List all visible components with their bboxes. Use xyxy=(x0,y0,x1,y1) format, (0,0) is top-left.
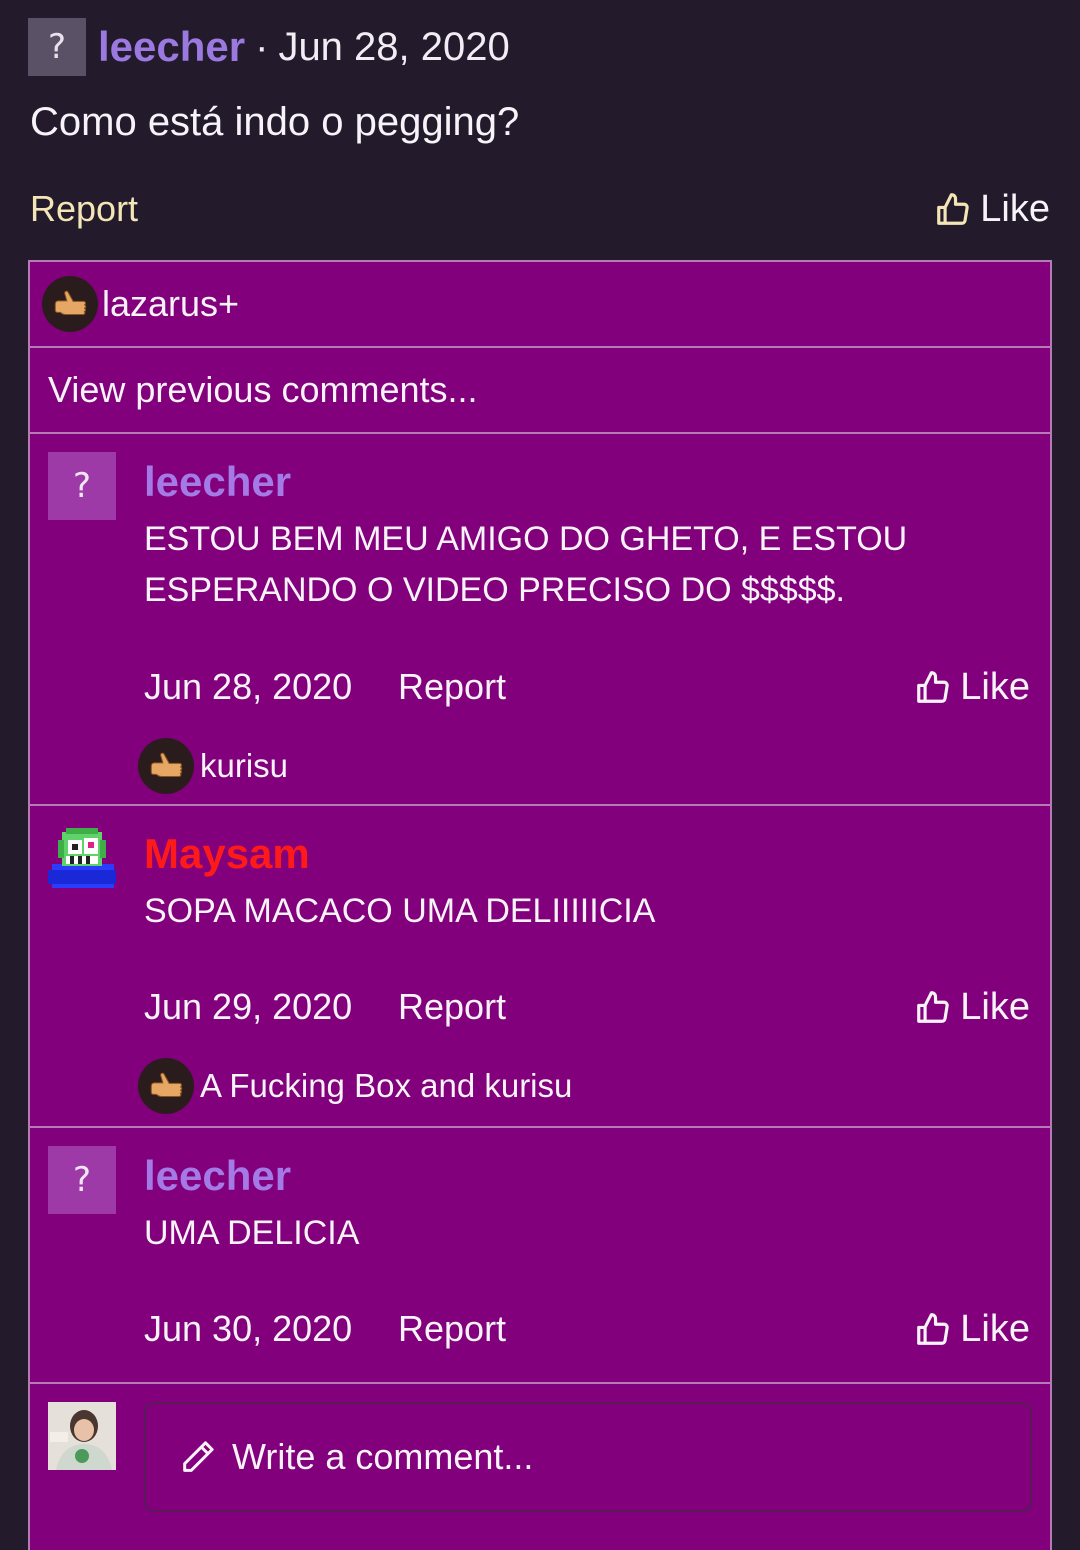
write-comment-row: Write a comment... xyxy=(30,1384,1050,1524)
comment-likers: A Fucking Box and kurisu xyxy=(138,1058,572,1114)
current-user-avatar xyxy=(48,1402,116,1470)
post-date: Jun 28, 2020 xyxy=(278,24,510,69)
comment-text: UMA DELICIA xyxy=(144,1214,360,1252)
comment-like-button[interactable]: Like xyxy=(914,1308,1030,1351)
post-like-button[interactable]: Like xyxy=(934,188,1050,231)
post-author-avatar[interactable]: ? xyxy=(28,18,86,76)
post-author-name[interactable]: leecher xyxy=(98,23,245,71)
thumbs-up-emoji-icon xyxy=(138,1058,194,1114)
comments-section: lazarus+ View previous comments... ? lee… xyxy=(28,260,1052,1550)
comment-author-avatar[interactable]: ? xyxy=(48,1146,116,1214)
comment-author-avatar[interactable]: ? xyxy=(48,452,116,520)
comment-report-link[interactable]: Report xyxy=(398,986,506,1028)
comment-author-name[interactable]: Maysam xyxy=(144,830,310,878)
thumbs-up-icon xyxy=(937,193,969,225)
view-previous-comments-link[interactable]: View previous comments... xyxy=(30,348,1050,434)
comment-report-link[interactable]: Report xyxy=(398,1308,506,1350)
comment-item: ? leecher ESTOU BEM MEU AMIGO DO GHETO, … xyxy=(30,434,1050,806)
comment-report-link[interactable]: Report xyxy=(398,666,506,708)
comment-likers: kurisu xyxy=(138,738,288,794)
comment-date: Jun 30, 2020 xyxy=(144,1308,353,1349)
pencil-icon xyxy=(183,1441,214,1472)
comment-likers-names[interactable]: kurisu xyxy=(200,747,288,785)
comment-date: Jun 29, 2020 xyxy=(144,986,353,1027)
comment-like-button[interactable]: Like xyxy=(914,986,1030,1029)
post-header: ? leecher · Jun 28, 2020 xyxy=(28,18,510,76)
comment-meta: Jun 30, 2020 Report Like xyxy=(144,1304,1030,1354)
post-like-label: Like xyxy=(980,187,1050,230)
comment-item: Maysam SOPA MACACO UMA DELIIIIICIA Jun 2… xyxy=(30,806,1050,1128)
thumbs-up-icon xyxy=(917,991,949,1023)
thumbs-up-emoji-icon xyxy=(42,276,98,332)
post-likers-names[interactable]: lazarus+ xyxy=(102,283,239,325)
post-report-link[interactable]: Report xyxy=(30,188,138,230)
comment-like-button[interactable]: Like xyxy=(914,666,1030,709)
comment-author-name[interactable]: leecher xyxy=(144,1152,291,1200)
post-actions: Report Like xyxy=(30,184,1050,234)
thumbs-up-icon xyxy=(917,671,949,703)
post-likers-row: lazarus+ xyxy=(30,262,1050,348)
comment-likers-names[interactable]: A Fucking Box and kurisu xyxy=(200,1067,572,1105)
comment-text: SOPA MACACO UMA DELIIIIICIA xyxy=(144,892,656,930)
comment-like-label: Like xyxy=(960,1307,1030,1350)
comment-author-name[interactable]: leecher xyxy=(144,458,291,506)
comment-date: Jun 28, 2020 xyxy=(144,666,353,707)
thumbs-up-emoji-icon xyxy=(138,738,194,794)
comment-like-label: Like xyxy=(960,985,1030,1028)
thumbs-up-icon xyxy=(917,1313,949,1345)
post-body: Como está indo o pegging? xyxy=(30,100,520,144)
comment-text: ESTOU BEM MEU AMIGO DO GHETO, E ESTOU ES… xyxy=(144,520,908,609)
write-comment-input[interactable]: Write a comment... xyxy=(144,1402,1032,1512)
comment-item: ? leecher UMA DELICIA Jun 30, 2020 Repor… xyxy=(30,1128,1050,1384)
comment-like-label: Like xyxy=(960,665,1030,708)
comment-meta: Jun 29, 2020 Report Like xyxy=(144,982,1030,1032)
write-comment-placeholder: Write a comment... xyxy=(232,1436,534,1477)
comment-meta: Jun 28, 2020 Report Like xyxy=(144,662,1030,712)
post-separator: · xyxy=(255,24,269,69)
pixel-creature-avatar[interactable] xyxy=(48,824,116,892)
